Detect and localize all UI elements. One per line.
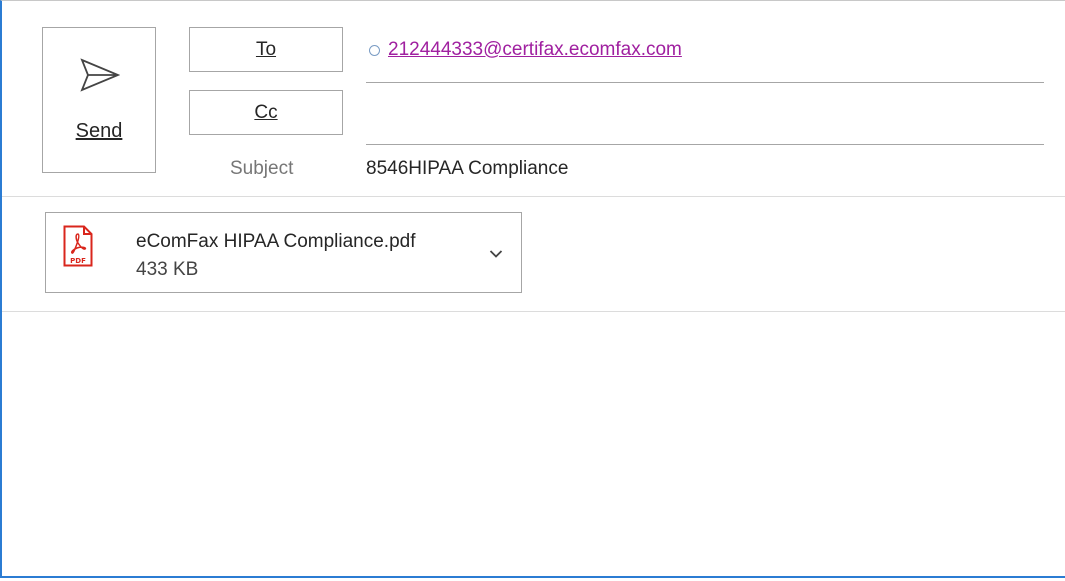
to-recipient[interactable]: 212444333@certifax.ecomfax.com	[369, 39, 682, 61]
cc-button[interactable]: Cc	[189, 90, 343, 135]
cc-field[interactable]	[366, 101, 1044, 145]
subject-label: Subject	[230, 158, 294, 179]
send-button[interactable]: Send	[42, 27, 156, 173]
attachment-name: eComFax HIPAA Compliance.pdf	[136, 231, 416, 252]
send-icon	[80, 58, 120, 92]
to-button[interactable]: To	[189, 27, 343, 72]
presence-status-icon	[369, 45, 380, 56]
pdf-icon: PDF	[63, 225, 93, 267]
svg-text:PDF: PDF	[70, 257, 86, 265]
message-body[interactable]	[2, 312, 1065, 574]
attachment-size: 433 KB	[136, 259, 199, 280]
chevron-down-icon[interactable]	[489, 249, 503, 259]
attachment-card[interactable]: PDF eComFax HIPAA Compliance.pdf 433 KB	[45, 212, 522, 293]
header-divider	[2, 196, 1065, 197]
recipient-address[interactable]: 212444333@certifax.ecomfax.com	[388, 39, 682, 61]
cc-button-label: Cc	[254, 102, 278, 123]
send-label: Send	[75, 120, 123, 142]
compose-window: Send To 212444333@certifax.ecomfax.com C…	[0, 0, 1065, 578]
subject-input[interactable]: 8546HIPAA Compliance	[366, 158, 568, 180]
to-button-label: To	[255, 39, 277, 60]
